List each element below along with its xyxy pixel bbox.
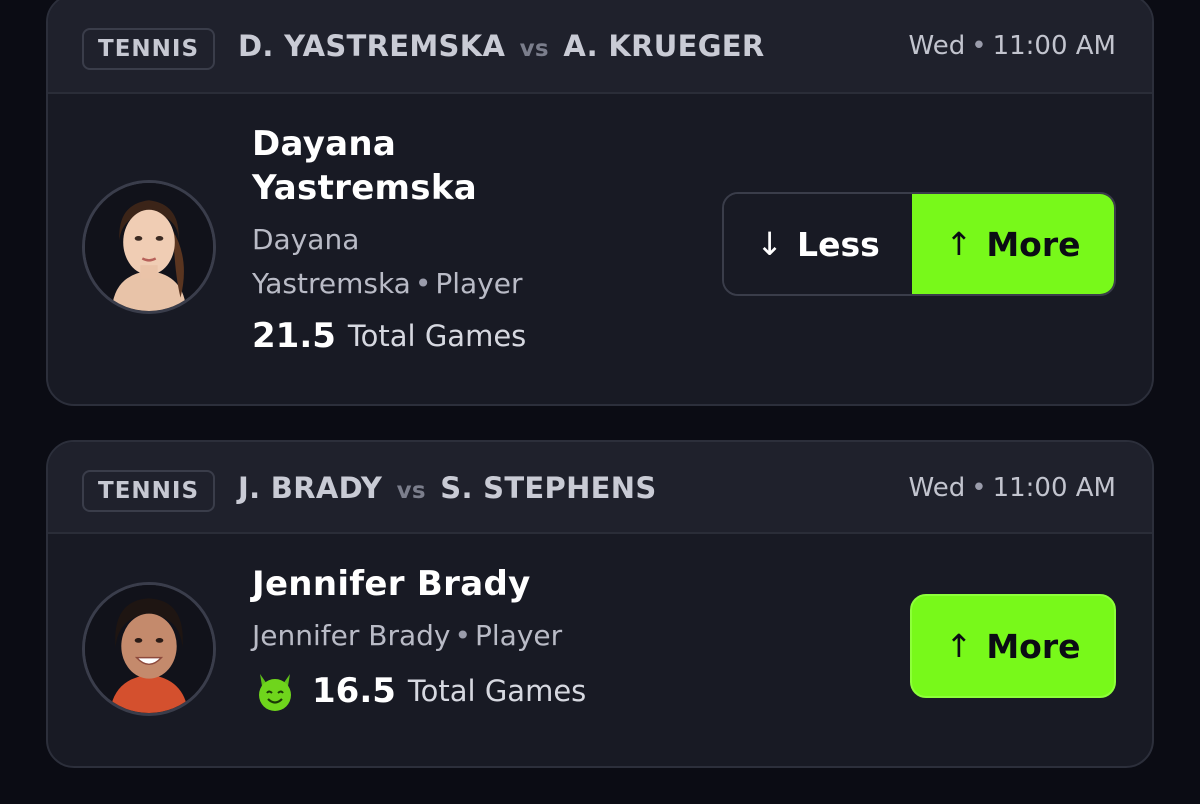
card-header: TENNIS D. YASTREMSKA vs A. KRUEGER Wed • 1… <box>48 0 1152 94</box>
game-clock: 11:00 AM <box>992 473 1116 503</box>
matchup-player-b: S. STEPHENS <box>440 471 657 505</box>
arrow-up-icon: ↑ <box>945 225 973 263</box>
matchup-player-a: J. BRADY <box>238 471 383 505</box>
line-stat: Total Games <box>407 674 587 708</box>
player-subtitle: Dayana Yastremska • Player <box>252 218 612 306</box>
matchup-title: D. YASTREMSKA vs A. KRUEGER <box>238 29 765 63</box>
separator-dot: • <box>971 31 987 61</box>
sport-badge: TENNIS <box>82 470 216 512</box>
line-value: 21.5 <box>252 316 336 356</box>
player-name: Dayana Yastremska <box>252 124 477 208</box>
card-header: TENNIS J. BRADY vs S. STEPHENS Wed • 11:00… <box>48 442 1152 534</box>
sport-badge: TENNIS <box>82 28 216 70</box>
player-avatar[interactable] <box>82 582 216 716</box>
player-name: Jennifer Brady <box>252 564 531 604</box>
arrow-up-icon: ↑ <box>945 627 973 665</box>
matchup-vs: vs <box>396 478 426 504</box>
player-info: Jennifer Brady Jennifer Brady • Player 16.… <box>252 562 586 714</box>
player-role: Player <box>435 267 523 300</box>
green-devil-emoji-icon <box>252 668 298 714</box>
projection-line: 16.5 Total Games <box>252 668 586 714</box>
less-button[interactable]: ↓ Less <box>724 194 912 294</box>
more-button[interactable]: ↑ More <box>912 194 1114 294</box>
less-label: Less <box>797 224 880 264</box>
game-day: Wed <box>908 473 966 503</box>
game-day: Wed <box>908 31 966 61</box>
player-photo-brady <box>85 585 213 713</box>
separator-dot: • <box>971 473 987 503</box>
player-role: Player <box>475 619 563 652</box>
game-clock: 11:00 AM <box>992 31 1116 61</box>
player-avatar[interactable] <box>82 180 216 314</box>
matchup-vs: vs <box>519 36 549 62</box>
player-subtitle-name: Jennifer Brady <box>252 619 451 652</box>
more-label: More <box>986 626 1081 666</box>
matchup-player-a: D. YASTREMSKA <box>238 29 506 63</box>
player-info: Dayana Yastremska Dayana Yastremska • Play… <box>252 122 612 356</box>
more-label: More <box>986 224 1081 264</box>
player-subtitle: Jennifer Brady • Player <box>252 614 586 658</box>
pick-card-yastremska: TENNIS D. YASTREMSKA vs A. KRUEGER Wed • 1… <box>46 0 1154 406</box>
line-value: 16.5 <box>312 671 396 711</box>
separator-dot: • <box>414 267 432 300</box>
line-stat: Total Games <box>347 319 527 353</box>
game-time: Wed • 11:00 AM <box>909 31 1116 61</box>
matchup-title: J. BRADY vs S. STEPHENS <box>238 471 657 505</box>
pick-toggle-group: ↓ Less ↑ More <box>722 192 1116 296</box>
matchup-player-b: A. KRUEGER <box>563 29 765 63</box>
separator-dot: • <box>454 619 471 652</box>
projection-line: 21.5 Total Games <box>252 316 612 356</box>
player-photo-yastremska <box>85 183 213 311</box>
player-subtitle-name: Dayana Yastremska <box>252 223 411 300</box>
game-time: Wed • 11:00 AM <box>909 473 1116 503</box>
pick-card-brady: TENNIS J. BRADY vs S. STEPHENS Wed • 11:00… <box>46 440 1154 768</box>
arrow-down-icon: ↓ <box>756 225 784 263</box>
more-button[interactable]: ↑ More <box>910 594 1116 698</box>
